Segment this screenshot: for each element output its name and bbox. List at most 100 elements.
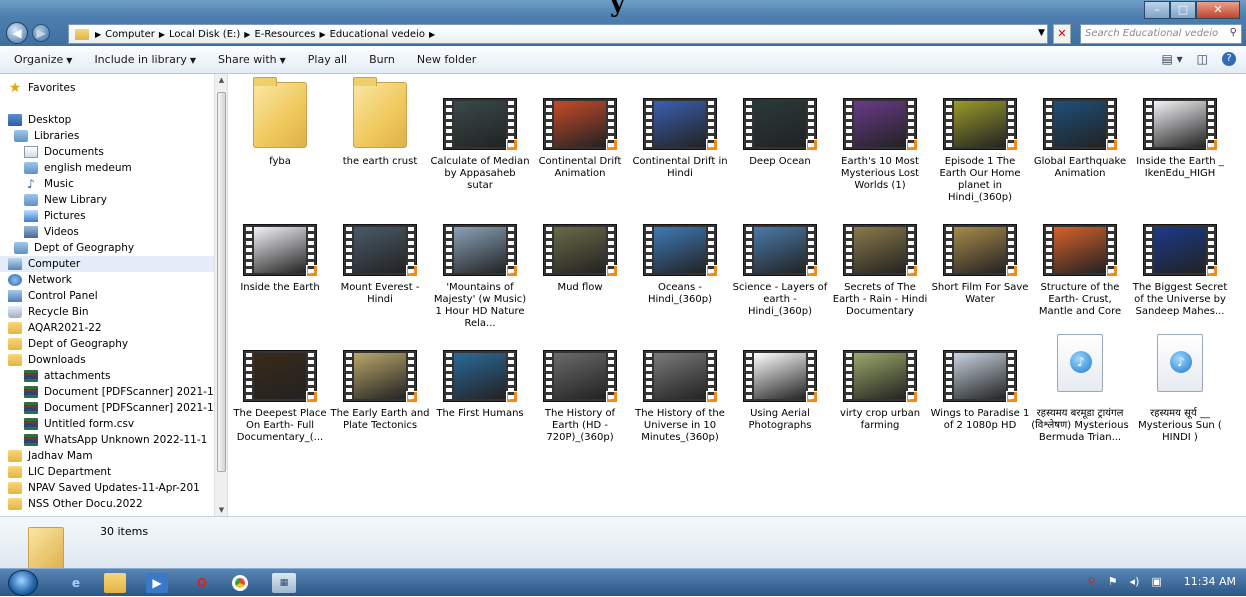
nav-item-control-panel[interactable]: Control Panel — [0, 288, 214, 304]
nav-item-recycle-bin[interactable]: Recycle Bin — [0, 304, 214, 320]
nav-item-nss-other-docu-2022[interactable]: NSS Other Docu.2022 — [0, 496, 214, 512]
breadcrumb-educational-vedeio[interactable]: Educational vedeio — [330, 29, 425, 40]
close-button[interactable]: ✕ — [1196, 1, 1240, 19]
internet-explorer-icon[interactable]: e — [62, 573, 90, 593]
network-icon[interactable]: ▣ — [1151, 575, 1161, 588]
folder-icon — [28, 527, 64, 571]
nav-scrollbar[interactable]: ▲ ▼ — [214, 74, 227, 516]
scroll-up-arrow-icon[interactable]: ▲ — [217, 76, 226, 84]
preview-pane-icon[interactable]: ◫ — [1197, 52, 1208, 66]
address-dropdown-icon[interactable]: ▼ — [1038, 28, 1045, 38]
video-thumbnail: ▶ — [843, 224, 918, 277]
video-frame — [454, 227, 506, 273]
scrollbar-thumb[interactable] — [217, 92, 226, 472]
media-player-icon[interactable]: ▶ — [146, 573, 168, 593]
new-folder-button[interactable]: New folder — [417, 53, 476, 66]
play-all-button[interactable]: Play all — [308, 53, 347, 66]
nav-item-dept-of-geography[interactable]: Dept of Geography — [0, 240, 214, 256]
nav-item-document-pdfscanner-2021-1[interactable]: Document [PDFScanner] 2021-1 — [0, 384, 214, 400]
nav-item-whatsapp-unknown-2022-11-1[interactable]: WhatsApp Unknown 2022-11-1 — [0, 432, 214, 448]
include-in-library-button[interactable]: Include in library ▼ — [94, 53, 196, 66]
nav-item-lic-department[interactable]: LIC Department — [0, 464, 214, 480]
nav-item-computer[interactable]: Computer — [0, 256, 214, 272]
forward-button[interactable]: ▶ — [32, 24, 50, 42]
nav-item-label: Libraries — [34, 130, 80, 142]
nav-item-document-pdfscanner-2021-1[interactable]: Document [PDFScanner] 2021-1 — [0, 400, 214, 416]
minimize-button[interactable]: – — [1144, 1, 1170, 19]
window-controls: – □ ✕ — [1144, 1, 1240, 19]
chrome-icon[interactable] — [226, 573, 254, 593]
nav-item-npav-saved-updates-11-apr-201[interactable]: NPAV Saved Updates-11-Apr-201 — [0, 480, 214, 496]
video-thumbnail: ▶ — [643, 98, 718, 151]
breadcrumb-e-resources[interactable]: E-Resources — [254, 29, 315, 40]
folder-icon — [8, 354, 22, 366]
file-name: 'Mountains of Majesty' (w Music) 1 Hour … — [433, 282, 527, 329]
nav-item-documents[interactable]: Documents — [0, 144, 214, 160]
breadcrumb-local-disk[interactable]: Local Disk (E:) — [169, 29, 240, 40]
nav-item-favorites[interactable]: ★ Favorites — [0, 80, 214, 96]
clear-address-button[interactable]: ✕ — [1053, 24, 1071, 44]
nav-item-dept-of-geography[interactable]: Dept of Geography — [0, 336, 214, 352]
search-input[interactable]: Search Educational vedeio ⚲ — [1080, 24, 1242, 44]
nav-item-desktop[interactable]: Desktop — [0, 112, 214, 128]
file-name: The Deepest Place On Earth- Full Documen… — [233, 408, 327, 443]
nav-item-attachments[interactable]: attachments — [0, 368, 214, 384]
nav-item-aqar2021-22[interactable]: AQAR2021-22 — [0, 320, 214, 336]
search-icon[interactable]: ⚲ — [1230, 27, 1237, 38]
file-explorer-icon[interactable] — [104, 573, 126, 593]
nav-item-pictures[interactable]: Pictures — [0, 208, 214, 224]
play-badge-icon: ▶ — [1006, 265, 1018, 277]
folder-icon — [8, 450, 22, 462]
nav-item-new-library[interactable]: New Library — [0, 192, 214, 208]
play-badge-icon: ▶ — [1006, 391, 1018, 403]
video-frame — [554, 101, 606, 147]
video-thumbnail: ▶ — [1143, 224, 1218, 277]
nav-item-downloads[interactable]: Downloads — [0, 352, 214, 368]
folder-icon — [8, 322, 22, 334]
opera-icon[interactable]: O — [188, 573, 216, 593]
nav-item-videos[interactable]: Videos — [0, 224, 214, 240]
nav-item-untitled-form-csv[interactable]: Untitled form.csv — [0, 416, 214, 432]
search-icon[interactable]: ⚲ — [1088, 575, 1096, 588]
nav-item-label: Downloads — [28, 354, 86, 366]
nav-item-label: Pictures — [44, 210, 86, 222]
file-icon — [24, 370, 38, 382]
flag-icon[interactable]: ⚑ — [1108, 575, 1118, 588]
organize-button[interactable]: Organize ▼ — [14, 53, 72, 66]
nav-item-libraries[interactable]: Libraries — [0, 128, 214, 144]
video-thumbnail: ▶ — [343, 224, 418, 277]
burn-button[interactable]: Burn — [369, 53, 395, 66]
maximize-button[interactable]: □ — [1170, 1, 1196, 19]
back-button[interactable]: ◀ — [6, 22, 28, 44]
share-with-button[interactable]: Share with ▼ — [218, 53, 286, 66]
file-name: रहस्यमय बरमूडा ट्रायंगल (विश्लेषण) Myste… — [1031, 408, 1129, 443]
help-icon[interactable]: ? — [1222, 52, 1236, 66]
file-name: The Early Earth and Plate Tectonics — [330, 408, 430, 431]
nav-item-music[interactable]: ♪ Music — [0, 176, 214, 192]
clock[interactable]: 11:34 AM — [1184, 575, 1236, 588]
nav-item-label: Computer — [28, 258, 81, 270]
nav-item-label: Jadhav Mam — [28, 450, 93, 462]
video-thumbnail: ▶ — [543, 224, 618, 277]
nav-item-jadhav-mam[interactable]: Jadhav Mam — [0, 448, 214, 464]
video-frame — [554, 227, 606, 273]
breadcrumb-computer[interactable]: Computer — [105, 29, 155, 40]
play-badge-icon: ▶ — [1006, 139, 1018, 151]
scroll-down-arrow-icon[interactable]: ▼ — [217, 506, 226, 514]
video-frame — [254, 353, 306, 399]
address-bar[interactable]: ▶ Computer ▶ Local Disk (E:) ▶ E-Resourc… — [68, 24, 1048, 44]
computer-icon — [8, 258, 22, 270]
video-frame — [1054, 101, 1106, 147]
nav-item-network[interactable]: Network — [0, 272, 214, 288]
start-button[interactable] — [8, 570, 38, 596]
file-name: Inside the Earth _ IkenEdu_HIGH — [1136, 156, 1224, 179]
nav-item-label: LIC Department — [28, 466, 112, 478]
play-badge-icon: ▶ — [606, 139, 618, 151]
taskbar: e ▶ O ▦ ⚲ ⚑ ◂) ▣ 11:34 AM — [0, 568, 1246, 596]
change-view-icon[interactable]: ▤ ▾ — [1161, 52, 1182, 66]
explorer-window-icon[interactable]: ▦ — [272, 573, 296, 593]
video-frame — [1154, 227, 1206, 273]
volume-icon[interactable]: ◂) — [1130, 575, 1140, 588]
play-badge-icon: ▶ — [1206, 265, 1218, 277]
nav-item-english-medeum[interactable]: english medeum — [0, 160, 214, 176]
